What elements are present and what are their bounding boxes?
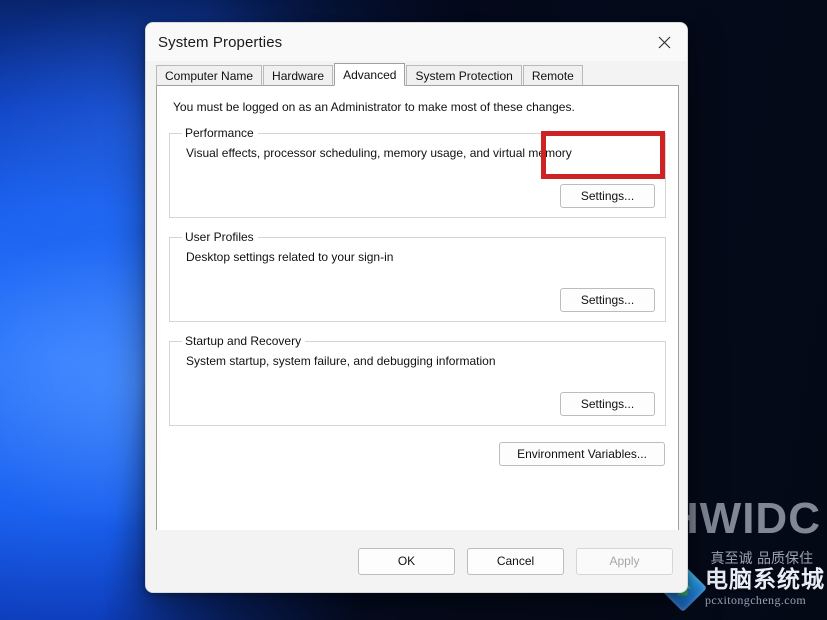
dialog-title: System Properties <box>158 33 283 51</box>
apply-button[interactable]: Apply <box>576 547 673 575</box>
environment-variables-button[interactable]: Environment Variables... <box>499 442 665 466</box>
tab-label: Hardware <box>272 68 325 83</box>
group-startup-and-recovery-description: System startup, system failure, and debu… <box>186 354 496 368</box>
watermark-brand: HWIDC <box>666 494 821 543</box>
tab-system-protection[interactable]: System Protection <box>406 65 522 86</box>
group-user-profiles: User Profiles Desktop settings related t… <box>169 230 666 322</box>
group-startup-and-recovery-legend: Startup and Recovery <box>185 334 302 348</box>
tab-strip: Computer Name Hardware Advanced System P… <box>156 62 679 86</box>
cancel-button[interactable]: Cancel <box>467 547 564 575</box>
watermark-logo-url: pcxitongcheng.com <box>705 593 807 607</box>
group-performance-legend: Performance <box>185 126 254 140</box>
watermark-slogan: 真至诚 品质保住 <box>710 551 813 567</box>
group-performance: Performance Visual effects, processor sc… <box>169 126 666 218</box>
tab-label: Remote <box>531 68 574 83</box>
performance-settings-button[interactable]: Settings... <box>560 184 655 208</box>
dialog-titlebar[interactable]: System Properties <box>146 23 687 61</box>
environment-variables-row: Environment Variables... <box>169 442 666 466</box>
close-icon[interactable] <box>641 23 687 61</box>
group-user-profiles-legend: User Profiles <box>185 230 254 244</box>
tab-label: Advanced <box>343 67 397 82</box>
ok-button[interactable]: OK <box>358 547 455 575</box>
tab-label: System Protection <box>415 68 513 83</box>
tab-advanced[interactable]: Advanced <box>334 63 406 86</box>
desktop-background: HWIDC 真至诚 品质保住 电脑系统城 pcxitongcheng.com S… <box>0 0 827 620</box>
group-user-profiles-description: Desktop settings related to your sign-in <box>186 250 394 264</box>
group-user-profiles-button-row: Settings... <box>560 288 655 312</box>
group-performance-description: Visual effects, processor scheduling, me… <box>186 146 572 160</box>
tab-remote[interactable]: Remote <box>522 65 583 86</box>
tab-computer-name[interactable]: Computer Name <box>156 65 263 86</box>
group-performance-button-row: Settings... <box>560 184 655 208</box>
system-properties-dialog: System Properties Computer Name Hardware… <box>145 22 688 593</box>
startup-recovery-settings-button[interactable]: Settings... <box>560 392 655 416</box>
group-startup-and-recovery-button-row: Settings... <box>560 392 655 416</box>
user-profiles-settings-button[interactable]: Settings... <box>560 288 655 312</box>
dialog-footer: OK Cancel Apply <box>146 530 687 592</box>
tab-page-advanced: You must be logged on as an Administrato… <box>156 86 679 552</box>
tab-label: Computer Name <box>165 68 254 83</box>
watermark-logo-cn: 电脑系统城 <box>705 567 825 593</box>
administrator-note: You must be logged on as an Administrato… <box>173 100 575 114</box>
tab-hardware[interactable]: Hardware <box>263 65 334 86</box>
watermark-logo: 电脑系统城 pcxitongcheng.com <box>658 563 825 612</box>
group-startup-and-recovery: Startup and Recovery System startup, sys… <box>169 334 666 426</box>
